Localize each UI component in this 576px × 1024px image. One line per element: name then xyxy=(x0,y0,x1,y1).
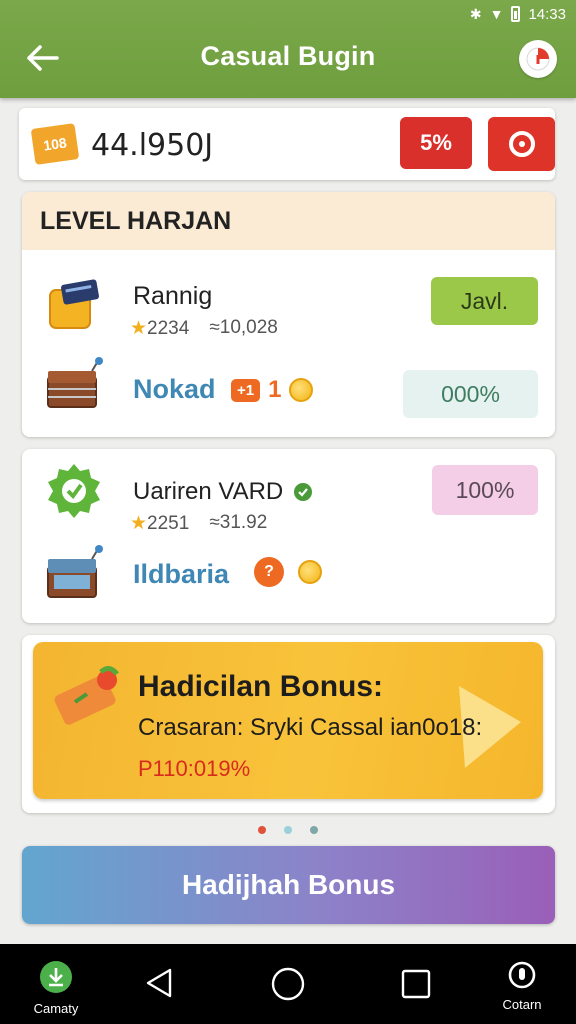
level-header: LEVEL HARJAN xyxy=(22,192,555,250)
app-bar: ✱ ▼ 14:33 Casual Bugin xyxy=(0,0,576,98)
page-dot[interactable] xyxy=(284,826,292,834)
page-title: Casual Bugin xyxy=(200,41,376,71)
nav-left-label: Camaty xyxy=(33,1001,79,1016)
row-title: Rannig xyxy=(133,282,213,310)
alert-badge-icon xyxy=(526,47,550,71)
nav-right-label: Cotarn xyxy=(502,997,542,1012)
row-name: Nokad xyxy=(133,374,216,404)
circle-home-icon xyxy=(271,967,305,1001)
bonus-cta-button[interactable]: Hadijhah Bonus xyxy=(22,846,555,924)
wifi-icon: ▼ xyxy=(489,6,504,22)
triangle-back-icon xyxy=(146,968,172,998)
coin-icon xyxy=(289,378,314,402)
row-stats: ★2251 ≈31.92 xyxy=(130,512,267,535)
stat-b: ≈31.92 xyxy=(209,512,268,533)
bonus-card: Hadicilan Bonus: Crasaran: Sryki Cassal … xyxy=(22,635,555,813)
bonus-banner[interactable]: Hadicilan Bonus: Crasaran: Sryki Cassal … xyxy=(33,642,543,799)
nav-home-button[interactable] xyxy=(270,966,306,1007)
bluetooth-icon: ✱ xyxy=(469,5,482,22)
chat-badge-icon: ? xyxy=(254,557,284,587)
page-dot[interactable] xyxy=(258,826,266,834)
star-icon: ★ xyxy=(130,318,148,339)
verified-icon xyxy=(294,483,313,501)
target-icon xyxy=(508,131,535,157)
task-card: Uariren VARD ★2251 ≈31.92 100% Ildbaria … xyxy=(22,449,555,623)
badge: +1 xyxy=(231,378,261,402)
stat-a: ★2251 xyxy=(130,513,190,534)
balance-value: 44.l950J xyxy=(91,128,214,163)
bonus-title: Hadicilan Bonus: xyxy=(138,670,384,703)
status-bar: ✱ ▼ 14:33 xyxy=(470,4,566,24)
pagination-dots xyxy=(0,826,576,834)
balance-card: 108 44.l950J 5% xyxy=(19,108,555,180)
ticket-icon: 108 xyxy=(30,123,80,165)
star-icon: ★ xyxy=(130,513,148,534)
system-nav-bar: Camaty Cotarn xyxy=(0,944,576,1024)
row-stats: ★2234 ≈10,028 xyxy=(130,317,278,340)
nav-recents-button[interactable] xyxy=(400,968,432,1005)
badge-check-icon xyxy=(44,461,104,521)
claim-button[interactable]: Javl. xyxy=(431,277,538,325)
status-time: 14:33 xyxy=(528,5,566,23)
progress-value: 100% xyxy=(432,465,538,515)
bonus-subtitle: Crasaran: Sryki Cassal ian0o18: xyxy=(138,714,483,741)
profile-button[interactable] xyxy=(519,40,557,78)
level-card: LEVEL HARJAN Rannig ★2234 ≈10,028 Javl. … xyxy=(22,192,555,437)
chest-icon xyxy=(44,545,104,605)
stat-b: ≈10,028 xyxy=(209,317,278,338)
nav-left[interactable]: Camaty xyxy=(28,960,84,1016)
nav-back-button[interactable] xyxy=(142,966,176,1005)
reward-count: 1 xyxy=(268,376,282,403)
ticket-label: 108 xyxy=(42,134,68,154)
download-icon xyxy=(40,961,72,993)
progress-value: 000% xyxy=(403,370,538,418)
row-title: Uariren VARD xyxy=(133,478,284,505)
page-dot[interactable] xyxy=(310,826,318,834)
chest-icon xyxy=(44,357,104,417)
stat-a: ★2234 xyxy=(130,318,190,339)
bonus-footer: P110:019% xyxy=(138,756,251,781)
row-name: Ildbaria xyxy=(133,559,230,589)
nav-right[interactable]: Cotarn xyxy=(494,960,550,1012)
row-title-group: Uariren VARD xyxy=(133,478,313,506)
reward-group: +1 1 xyxy=(231,376,314,404)
gift-ticket-icon xyxy=(54,666,119,725)
percent-button[interactable]: 5% xyxy=(400,117,472,169)
reward-group: ? xyxy=(254,557,322,587)
coin-icon xyxy=(298,560,322,584)
power-icon xyxy=(508,961,536,989)
target-button[interactable] xyxy=(488,117,555,171)
square-recents-icon xyxy=(401,969,431,999)
battery-icon xyxy=(511,6,521,22)
wallet-icon xyxy=(44,274,104,334)
